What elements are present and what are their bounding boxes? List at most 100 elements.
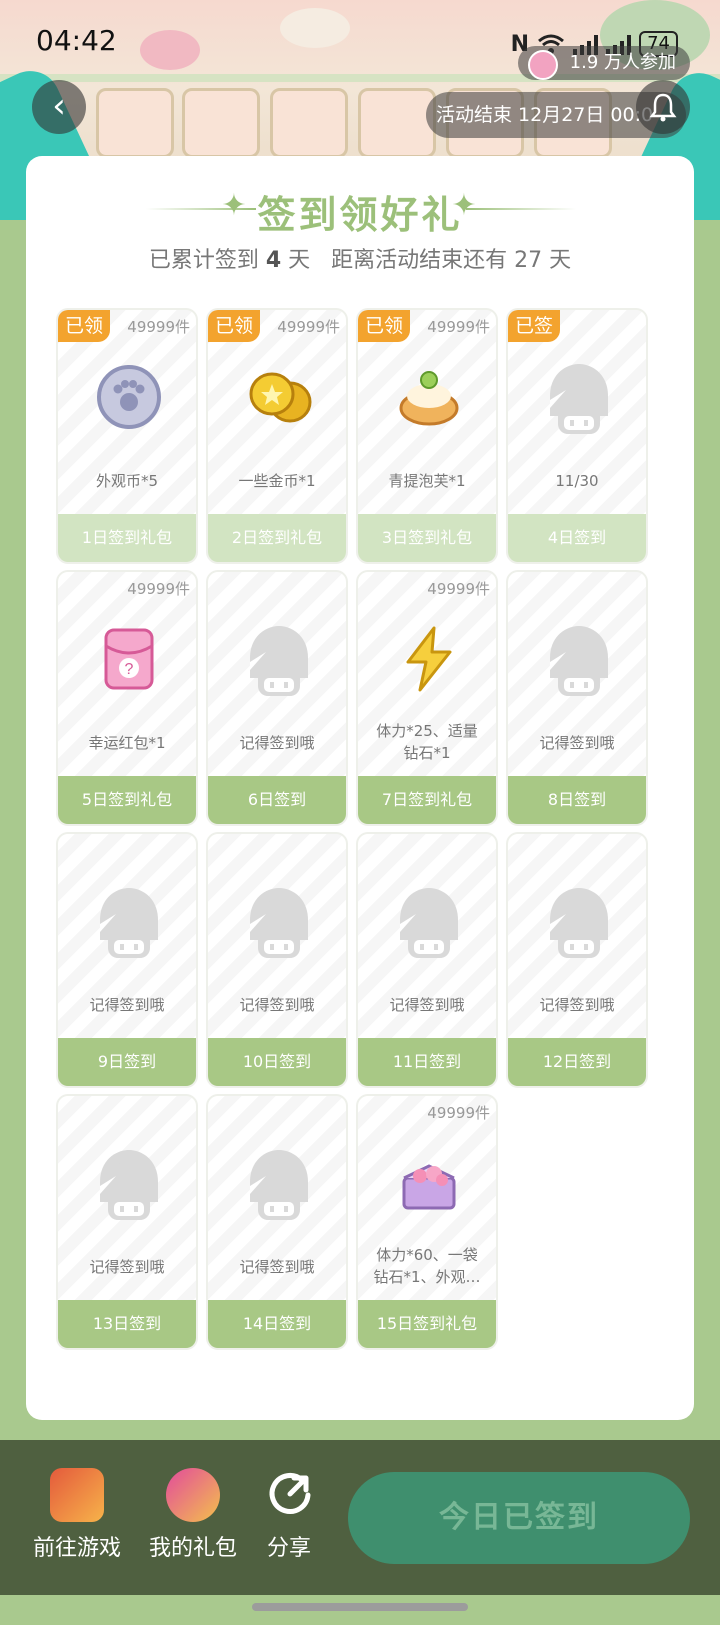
gift-card-day-13[interactable]: 记得签到哦 13日签到 bbox=[56, 1094, 198, 1350]
signed-days-count: 4 bbox=[265, 248, 282, 273]
gift-card-day-15[interactable]: 49999件 体力*60、一袋钻石*1、外观… 15日签到礼包 bbox=[356, 1094, 498, 1350]
participants-pill: 1.9 万人参加 bbox=[517, 46, 690, 80]
gift-name: 记得签到哦 bbox=[539, 996, 615, 1014]
summary-mid: 天 bbox=[288, 248, 311, 273]
my-gifts-button[interactable]: 我的礼包 bbox=[138, 1468, 248, 1562]
share-label: 分享 bbox=[266, 1536, 311, 1561]
gift-card-day-12[interactable]: 记得签到哦 12日签到 bbox=[506, 832, 648, 1088]
gift-card-day-10[interactable]: 记得签到哦 10日签到 bbox=[206, 832, 348, 1088]
checked-in-button[interactable]: 今日已签到 bbox=[348, 1472, 690, 1564]
paw-coin-icon bbox=[94, 362, 164, 432]
gift-name: 记得签到哦 bbox=[89, 996, 165, 1014]
gift-name: 体力*25、适量钻石*1 bbox=[376, 722, 478, 762]
gift-day-label: 12日签到 bbox=[508, 1038, 646, 1086]
stock-count: 49999件 bbox=[127, 580, 190, 598]
banner-tile-tulip bbox=[96, 88, 174, 158]
cream-puff-icon bbox=[394, 362, 464, 432]
placeholder-character-icon bbox=[244, 884, 314, 964]
activity-end-text: 活动结束 12月27日 00:0 bbox=[436, 104, 654, 126]
remaining-days-count: 27 bbox=[514, 248, 543, 273]
gift-day-label: 3日签到礼包 bbox=[358, 514, 496, 562]
gift-day-label: 13日签到 bbox=[58, 1300, 196, 1348]
gift-card-day-3[interactable]: 已领 49999件青提泡芙*1 3日签到礼包 bbox=[356, 308, 498, 564]
gift-day-label: 2日签到礼包 bbox=[208, 514, 346, 562]
gift-day-label: 14日签到 bbox=[208, 1300, 346, 1348]
status-badge: 已领 bbox=[58, 310, 110, 342]
gift-day-label: 15日签到礼包 bbox=[358, 1300, 496, 1348]
gift-day-label: 10日签到 bbox=[208, 1038, 346, 1086]
gift-name: 记得签到哦 bbox=[389, 996, 465, 1014]
stock-count: 49999件 bbox=[427, 1104, 490, 1122]
gift-day-label: 8日签到 bbox=[508, 776, 646, 824]
svg-text:?: ? bbox=[125, 661, 134, 678]
gift-box-icon bbox=[394, 1148, 464, 1218]
stock-count: 49999件 bbox=[427, 580, 490, 598]
share-icon bbox=[269, 1472, 311, 1514]
gift-day-label: 7日签到礼包 bbox=[358, 776, 496, 824]
page-title: 签到领好礼 bbox=[257, 193, 463, 237]
gold-coins-icon bbox=[244, 362, 314, 432]
summary-remaining-prefix: 距离活动结束还有 bbox=[331, 248, 508, 273]
summary-suffix: 天 bbox=[549, 248, 572, 273]
title-line-right bbox=[466, 208, 576, 210]
gift-day-label: 1日签到礼包 bbox=[58, 514, 196, 562]
placeholder-character-icon bbox=[244, 622, 314, 702]
my-gifts-label: 我的礼包 bbox=[148, 1536, 237, 1561]
bottom-bar: 前往游戏 我的礼包 分享 今日已签到 bbox=[0, 1440, 720, 1595]
gift-name: 幸运红包*1 bbox=[88, 734, 166, 752]
stock-count: 49999件 bbox=[127, 318, 190, 336]
avatar bbox=[527, 50, 558, 80]
sign-in-summary: 已累计签到 4 天 距离活动结束还有 27 天 bbox=[26, 242, 694, 274]
gift-card-day-5[interactable]: 49999件? 幸运红包*1 5日签到礼包 bbox=[56, 570, 198, 826]
gift-card-day-6[interactable]: 记得签到哦 6日签到 bbox=[206, 570, 348, 826]
placeholder-character-icon bbox=[94, 1146, 164, 1226]
banner-tile-table bbox=[358, 88, 436, 158]
chevron-left-icon: ‹ bbox=[52, 86, 66, 126]
gift-bag-icon bbox=[166, 1468, 220, 1522]
title-row: 签到领好礼 bbox=[26, 184, 694, 239]
placeholder-character-icon bbox=[94, 884, 164, 964]
status-badge: 已签 bbox=[508, 310, 560, 342]
share-button[interactable]: 分享 bbox=[234, 1468, 344, 1562]
gift-day-label: 11日签到 bbox=[358, 1038, 496, 1086]
gift-name: 记得签到哦 bbox=[239, 734, 315, 752]
gift-name: 记得签到哦 bbox=[89, 1258, 165, 1276]
stock-count: 49999件 bbox=[427, 318, 490, 336]
back-button[interactable]: ‹ bbox=[32, 80, 86, 134]
placeholder-character-icon bbox=[544, 360, 614, 440]
status-time: 04:42 bbox=[36, 24, 117, 57]
sparkle-icon-right: ✦ bbox=[451, 188, 477, 223]
go-game-label: 前往游戏 bbox=[32, 1536, 121, 1561]
gift-card-day-8[interactable]: 记得签到哦 8日签到 bbox=[506, 570, 648, 826]
gift-name: 青提泡芙*1 bbox=[388, 472, 466, 490]
gift-card-day-11[interactable]: 记得签到哦 11日签到 bbox=[356, 832, 498, 1088]
placeholder-character-icon bbox=[544, 884, 614, 964]
gift-card-day-2[interactable]: 已领 49999件 一些金币*1 2日签到礼包 bbox=[206, 308, 348, 564]
lucky-envelope-icon: ? bbox=[94, 624, 164, 694]
notify-button[interactable] bbox=[636, 80, 690, 134]
bell-icon bbox=[649, 93, 677, 122]
sign-in-card: ✦ 签到领好礼 ✦ 已累计签到 4 天 距离活动结束还有 27 天 已领 4999… bbox=[26, 156, 694, 1420]
gift-card-day-1[interactable]: 已领 49999件 外观币*5 1日签到礼包 bbox=[56, 308, 198, 564]
game-icon bbox=[50, 1468, 104, 1522]
placeholder-character-icon bbox=[544, 622, 614, 702]
gift-card-day-14[interactable]: 记得签到哦 14日签到 bbox=[206, 1094, 348, 1350]
go-game-button[interactable]: 前往游戏 bbox=[22, 1468, 132, 1562]
participants-text: 1.9 万人参加 bbox=[569, 52, 676, 73]
home-indicator[interactable] bbox=[252, 1603, 468, 1611]
gift-card-day-7[interactable]: 49999件体力*25、适量钻石*1 7日签到礼包 bbox=[356, 570, 498, 826]
gift-day-label: 6日签到 bbox=[208, 776, 346, 824]
gift-day-label: 4日签到 bbox=[508, 514, 646, 562]
gift-name: 一些金币*1 bbox=[238, 472, 316, 490]
lightning-icon bbox=[394, 624, 464, 694]
banner-tile-dish bbox=[182, 88, 260, 158]
gift-day-label: 5日签到礼包 bbox=[58, 776, 196, 824]
gift-name: 11/30 bbox=[555, 472, 599, 490]
stock-count: 49999件 bbox=[277, 318, 340, 336]
gift-card-day-9[interactable]: 记得签到哦 9日签到 bbox=[56, 832, 198, 1088]
status-badge: 已领 bbox=[358, 310, 410, 342]
placeholder-character-icon bbox=[244, 1146, 314, 1226]
gift-name: 记得签到哦 bbox=[239, 1258, 315, 1276]
summary-prefix: 已累计签到 bbox=[148, 248, 259, 273]
gift-card-day-4[interactable]: 已签 11/30 4日签到 bbox=[506, 308, 648, 564]
